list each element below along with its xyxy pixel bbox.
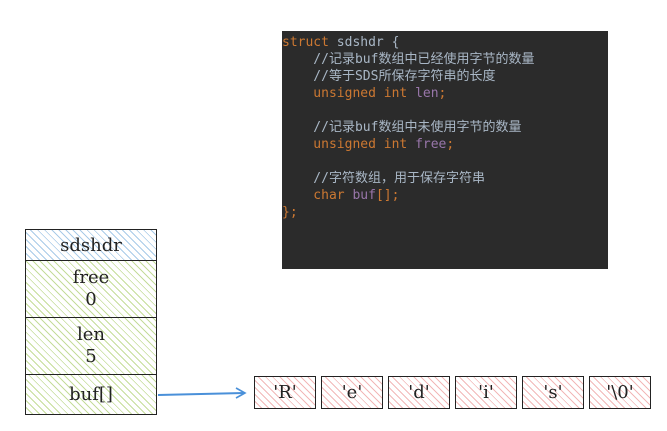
buf-array-cell: '\0' — [589, 376, 651, 409]
buf-array-cell: 'd' — [388, 376, 450, 409]
buf-pointer-arrow — [157, 387, 247, 399]
buf-array-cell: 'R' — [254, 376, 316, 409]
buf-array-cell: 'i' — [455, 376, 517, 409]
arrow-line — [157, 392, 245, 396]
buf-array-cell: 's' — [522, 376, 584, 409]
buf-array: 'R''e''d''i''s' '\0' — [254, 376, 651, 409]
buf-array-cell: 'e' — [321, 376, 383, 409]
